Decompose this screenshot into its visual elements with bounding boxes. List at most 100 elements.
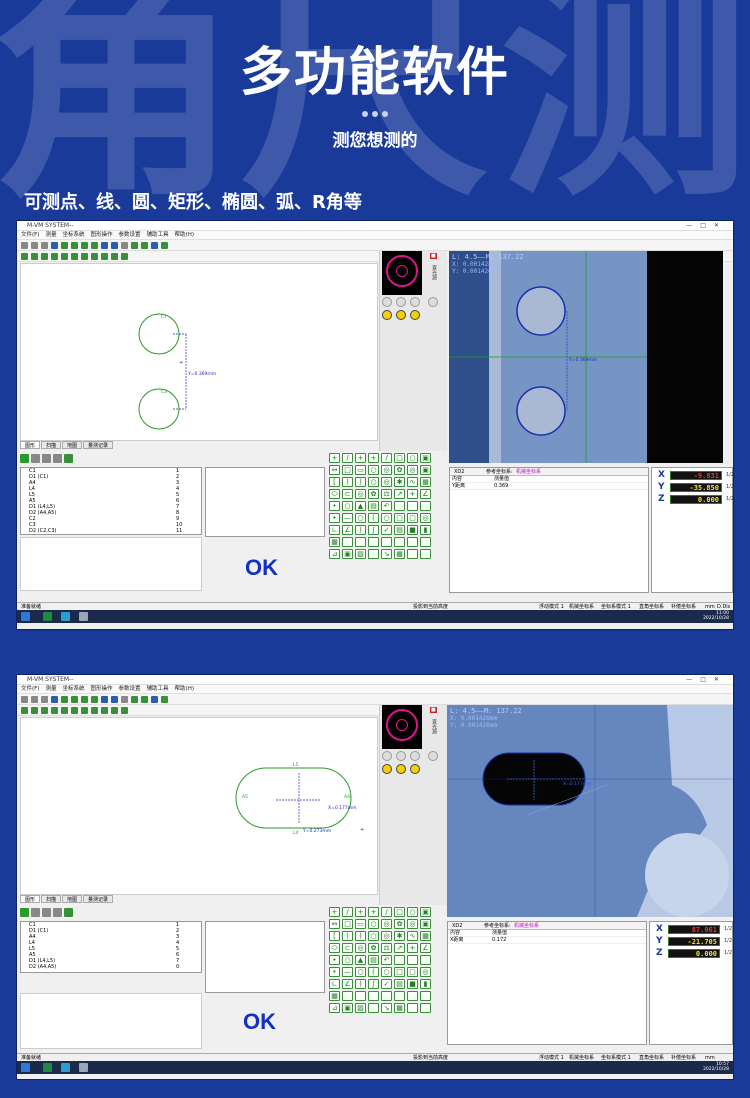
light-button-3[interactable] [410,297,420,307]
minimize-button[interactable]: — [686,676,700,683]
ellipse-tool[interactable]: ⬭ [329,489,340,499]
corner-tool[interactable]: ∟ [329,979,340,989]
open-file-icon[interactable] [31,695,38,703]
concentric-tool[interactable]: ◎ [381,931,392,941]
circle-small-tool[interactable]: ○ [342,955,353,965]
zoom-out-icon[interactable] [81,241,88,249]
stop-icon[interactable] [53,907,62,917]
grid-icon[interactable] [131,695,138,703]
menu-params[interactable]: 参数设置 [119,686,141,692]
image-b-tool[interactable]: ▣ [342,1003,353,1013]
report-tool[interactable]: ▦ [329,991,340,1001]
pause-icon[interactable] [31,453,40,463]
diagonal-tool[interactable]: / [381,907,392,917]
dot-tool[interactable]: • [329,955,340,965]
settings-icon[interactable] [91,695,98,703]
redo-icon[interactable] [111,695,118,703]
width-tool-icon[interactable] [91,706,98,714]
star-tool[interactable]: ✱ [394,931,405,941]
dot-tool[interactable]: • [329,501,340,511]
grid-tool[interactable]: ▦ [420,477,431,487]
measurement-step-list[interactable]: C1 1 D1 (C1) 2 A4 3 L4 4 L5 5 A5 6 D1 (L4,L5) 7… [20,921,202,973]
line-tool-icon[interactable] [31,252,38,260]
start-button[interactable] [21,1063,30,1072]
play-icon[interactable] [20,907,29,917]
pair-tool[interactable]: ⊂ [342,489,353,499]
arc4-tool[interactable]: ) [355,979,366,989]
light-button-4[interactable] [428,751,438,761]
tab-records[interactable]: 量测记录 [83,895,114,903]
arc3-tool[interactable]: ( [368,513,379,523]
select-icon[interactable] [121,695,128,703]
rect-tool[interactable]: □ [394,907,405,917]
export-icon[interactable] [64,453,73,463]
triple-tool[interactable]: ◎ [355,943,366,953]
gear-tool[interactable]: ✿ [394,465,405,475]
redo-icon[interactable] [111,241,118,249]
arc2-tool[interactable]: ) [355,477,366,487]
ring2-tool[interactable]: ○ [355,967,366,977]
ring-light-button-1[interactable] [382,764,392,774]
dual-circle-tool[interactable]: ○ [368,931,379,941]
pair-tool[interactable]: ⊂ [342,943,353,953]
new-file-icon[interactable] [21,241,28,249]
square-tool[interactable]: □ [394,967,405,977]
menu-coord[interactable]: 坐标系统 [62,686,84,692]
point-tool[interactable]: + [329,907,340,917]
slot-tool[interactable]: ▭ [355,919,366,929]
light-button-2[interactable] [396,751,406,761]
light-button-1[interactable] [382,297,392,307]
slope-tool-icon[interactable] [111,706,118,714]
measurement-step-list[interactable]: C1 1 D1 (C1) 2 A4 3 L4 4 L5 5 A5 6 D1 (L4,L5) 7… [20,467,202,535]
box-tool[interactable]: □ [342,919,353,929]
report-tool[interactable]: ▦ [329,537,340,547]
explorer-taskbar-icon[interactable] [79,1063,88,1072]
line-tool[interactable]: / [342,907,353,917]
light-button-4[interactable] [428,297,438,307]
arc4-tool[interactable]: ) [355,525,366,535]
cylinder-tool[interactable]: ▮ [420,979,431,989]
box-tool[interactable]: □ [342,465,353,475]
undo-tool[interactable]: ↶ [381,501,392,511]
result-row[interactable]: Y距离 0.369 [450,483,648,490]
save-icon[interactable] [41,695,48,703]
layers-icon[interactable] [151,695,158,703]
image-e-tool[interactable]: ▦ [394,1003,405,1013]
wave-tool[interactable]: ∿ [407,477,418,487]
light-button-1[interactable] [382,751,392,761]
light-button-3[interactable] [410,751,420,761]
parallel-tool-icon[interactable] [101,706,108,714]
print-icon[interactable] [51,241,58,249]
explorer-taskbar-icon[interactable] [79,612,88,621]
ring2-tool[interactable]: ○ [355,513,366,523]
point-tool[interactable]: + [329,453,340,463]
angle-tool[interactable]: ∠ [420,943,431,953]
target-icon[interactable] [161,241,168,249]
grid-tool[interactable]: ▦ [420,931,431,941]
select-icon[interactable] [121,241,128,249]
dot2-tool[interactable]: • [329,513,340,523]
width-tool-icon[interactable] [91,252,98,260]
parallel-tool-icon[interactable] [101,252,108,260]
block-tool[interactable]: ■ [407,525,418,535]
cross-point-tool[interactable]: + [368,453,379,463]
camera-thumbnail[interactable] [382,251,422,295]
curve-tool[interactable]: ∫ [368,979,379,989]
roundrect-tool[interactable]: ▢ [407,967,418,977]
center-point-tool[interactable]: + [355,453,366,463]
image-e-tool[interactable]: ▦ [394,549,405,559]
tab-graphic[interactable]: 图形 [20,895,41,903]
circle3-tool[interactable]: ○ [381,967,392,977]
tab-scan[interactable]: 扫描 [41,441,62,449]
step-icon[interactable] [42,453,51,463]
block-tool[interactable]: ■ [407,979,418,989]
wedge-tool-icon[interactable] [121,252,128,260]
ring-light-button-1[interactable] [382,310,392,320]
plus-tool[interactable]: + [407,943,418,953]
diagonal-tool[interactable]: / [381,453,392,463]
image-a-tool[interactable]: ⊿ [329,549,340,559]
undo-icon[interactable] [101,695,108,703]
height-tool-icon[interactable] [51,706,58,714]
corner-tool[interactable]: ∟ [329,525,340,535]
tab-graphic[interactable]: 图形 [20,441,41,449]
